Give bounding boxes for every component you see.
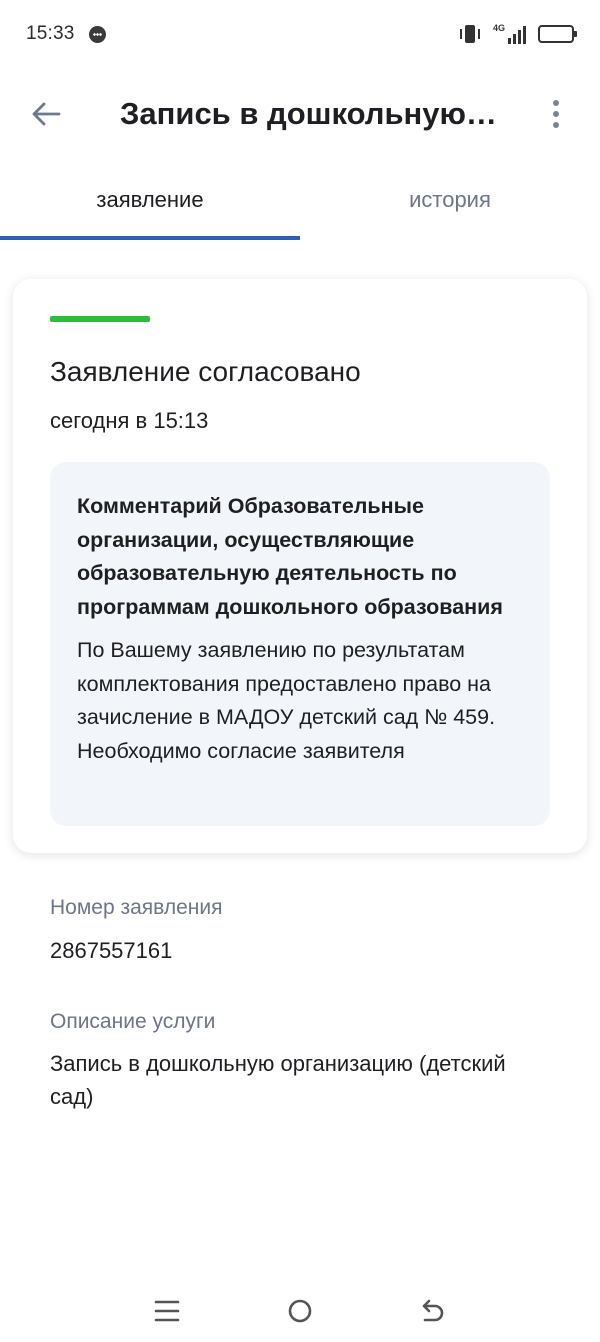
tab-history[interactable]: история — [300, 170, 600, 240]
status-title: Заявление согласовано — [50, 356, 361, 387]
status-indicator — [50, 316, 150, 322]
status-time: 15:33 — [26, 23, 75, 44]
recent-apps-button[interactable] — [137, 1286, 197, 1336]
battery-icon — [538, 25, 577, 43]
comment-title: Комментарий Образовательные организации,… — [77, 494, 503, 619]
tab-application[interactable]: заявление — [0, 170, 300, 240]
system-back-button[interactable] — [403, 1286, 463, 1336]
signal-icon: 4G — [493, 24, 526, 44]
app-bar: Запись в дошкольную… — [0, 76, 600, 152]
back-icon — [423, 1299, 444, 1322]
menu-icon — [154, 1300, 179, 1322]
comment-text: По Вашему заявлению по результатам компл… — [77, 638, 496, 763]
vibrate-icon — [459, 24, 481, 44]
status-bar: 15:33 4G — [0, 0, 600, 68]
screen: 15:33 4G Запись в дошкольную… заявление … — [0, 0, 600, 1342]
service-description-value: Запись в дошкольную организацию (детский… — [50, 1051, 506, 1109]
more-vert-icon — [553, 100, 559, 106]
network-type-label: 4G — [492, 23, 505, 33]
application-number-label: Номер заявления — [50, 896, 223, 919]
status-icons: 4G — [459, 24, 577, 44]
home-button[interactable] — [270, 1286, 330, 1336]
home-icon — [288, 1299, 312, 1323]
back-button[interactable] — [10, 76, 82, 152]
more-menu-button[interactable] — [532, 90, 580, 138]
comment-box: Комментарий Образовательные организации,… — [50, 462, 550, 826]
status-date: сегодня в 15:13 — [50, 408, 209, 433]
system-nav-bar — [0, 1280, 600, 1342]
message-icon — [88, 25, 106, 43]
service-description-label: Описание услуги — [50, 1010, 216, 1033]
application-number-value: 2867557161 — [50, 938, 173, 963]
arrow-left-icon — [32, 102, 61, 126]
status-card: Заявление согласовано сегодня в 15:13 Ко… — [13, 279, 587, 853]
tab-bar: заявление история — [0, 170, 600, 240]
page-title: Запись в дошкольную… — [120, 96, 497, 131]
